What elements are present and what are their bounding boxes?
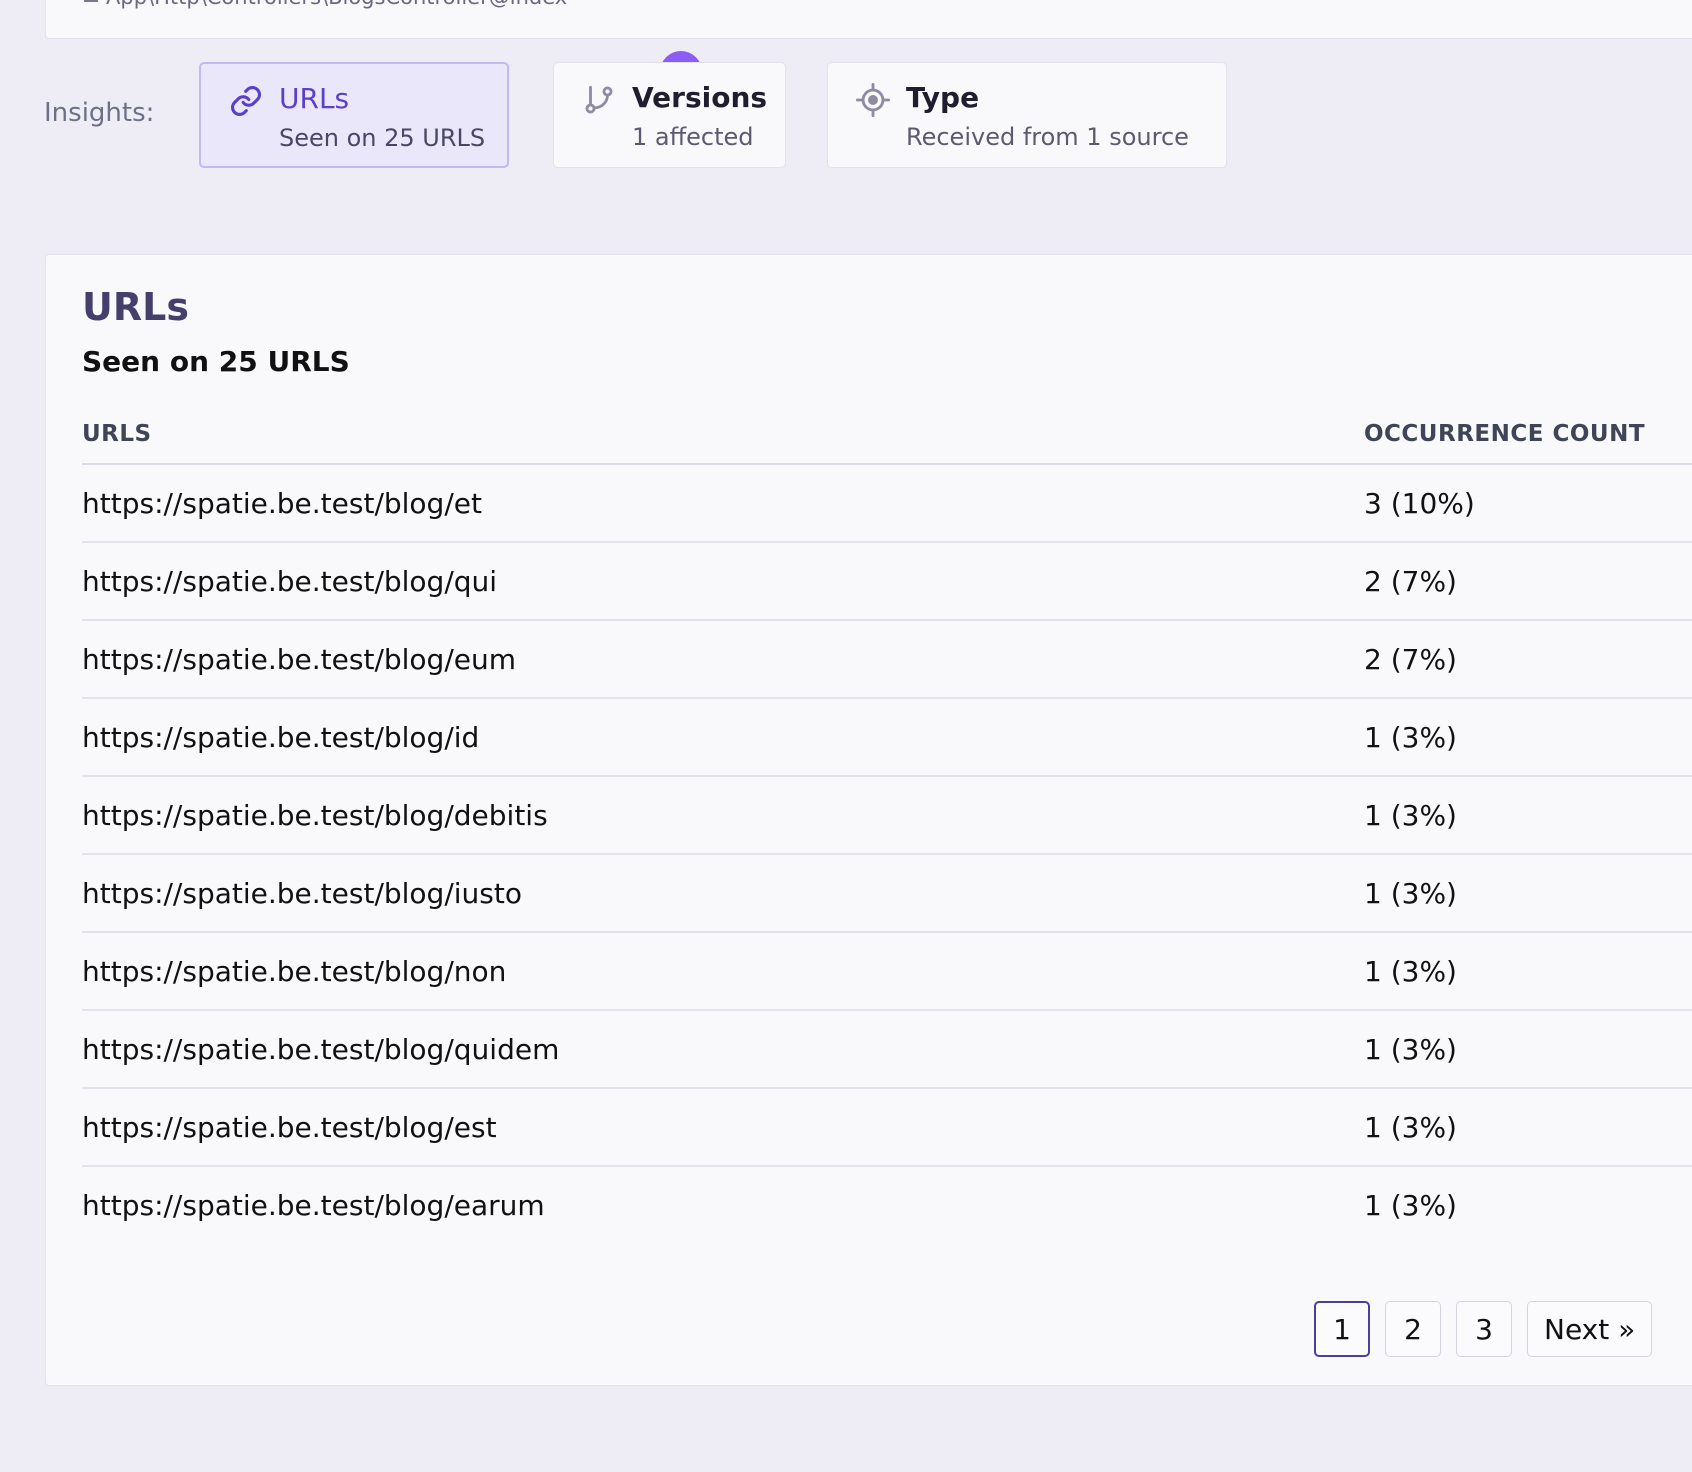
table-row: https://spatie.be.test/blog/qui 2 (7%)	[82, 543, 1692, 621]
column-header-occurrence-count: OCCURRENCE COUNT	[1364, 421, 1646, 447]
url-cell: https://spatie.be.test/blog/qui	[82, 565, 498, 598]
count-cell: 1 (3%)	[1364, 1111, 1457, 1144]
insight-tile-type[interactable]: Type Received from 1 source	[827, 62, 1227, 168]
table-row: https://spatie.be.test/blog/quidem 1 (3%…	[82, 1011, 1692, 1089]
controller-path-text: App\Http\Controllers\BlogsController@ind…	[106, 0, 567, 9]
panel-title: URLs	[82, 285, 189, 329]
count-cell: 1 (3%)	[1364, 955, 1457, 988]
page-3-button[interactable]: 3	[1456, 1301, 1512, 1357]
table-row: https://spatie.be.test/blog/est 1 (3%)	[82, 1089, 1692, 1167]
url-cell: https://spatie.be.test/blog/debitis	[82, 799, 548, 832]
url-cell: https://spatie.be.test/blog/est	[82, 1111, 497, 1144]
panel-subtitle: Seen on 25 URLS	[82, 345, 350, 378]
count-cell: 2 (7%)	[1364, 565, 1457, 598]
table-row: https://spatie.be.test/blog/id 1 (3%)	[82, 699, 1692, 777]
table-row: https://spatie.be.test/blog/eum 2 (7%)	[82, 621, 1692, 699]
count-cell: 1 (3%)	[1364, 1033, 1457, 1066]
insight-tile-versions-subtitle: 1 affected	[632, 123, 754, 151]
controller-path: App\Http\Controllers\BlogsController@ind…	[84, 0, 567, 9]
table-header: URLS OCCURRENCE COUNT	[82, 421, 1692, 465]
count-cell: 1 (3%)	[1364, 1189, 1457, 1222]
pagination: 1 2 3 Next »	[1314, 1301, 1653, 1357]
url-cell: https://spatie.be.test/blog/iusto	[82, 877, 522, 910]
controller-card: App\Http\Controllers\BlogsController@ind…	[45, 0, 1692, 39]
count-cell: 1 (3%)	[1364, 877, 1457, 910]
insights-label: Insights:	[44, 98, 155, 128]
page-1-button[interactable]: 1	[1314, 1301, 1370, 1357]
next-page-button[interactable]: Next »	[1527, 1301, 1653, 1357]
insight-tile-urls-subtitle: Seen on 25 URLS	[279, 124, 486, 152]
insight-tile-urls[interactable]: URLs Seen on 25 URLS	[199, 51, 702, 168]
count-cell: 1 (3%)	[1364, 799, 1457, 832]
url-cell: https://spatie.be.test/blog/et	[82, 487, 482, 520]
table-row: https://spatie.be.test/blog/debitis 1 (3…	[82, 777, 1692, 855]
count-cell: 2 (7%)	[1364, 643, 1457, 676]
insight-tile-type-title: Type	[906, 81, 980, 114]
count-cell: 3 (10%)	[1364, 487, 1475, 520]
insight-tile-versions[interactable]: Versions 1 affected	[553, 62, 786, 168]
count-cell: 1 (3%)	[1364, 721, 1457, 754]
table-row: https://spatie.be.test/blog/non 1 (3%)	[82, 933, 1692, 1011]
link-icon	[231, 86, 261, 116]
table-row: https://spatie.be.test/blog/et 3 (10%)	[82, 465, 1692, 543]
url-cell: https://spatie.be.test/blog/eum	[82, 643, 517, 676]
url-cell: https://spatie.be.test/blog/quidem	[82, 1033, 560, 1066]
url-cell: https://spatie.be.test/blog/earum	[82, 1189, 545, 1222]
table-row: https://spatie.be.test/blog/earum 1 (3%)	[82, 1167, 1692, 1245]
urls-panel: URLs Seen on 25 URLS URLS OCCURRENCE COU…	[45, 254, 1692, 1386]
url-cell: https://spatie.be.test/blog/non	[82, 955, 507, 988]
corner-arrow-icon	[84, 0, 98, 2]
insights-bar: Insights: URLs Seen on 25 URLS Versions …	[44, 51, 1692, 168]
insight-tile-type-subtitle: Received from 1 source	[906, 123, 1189, 151]
crosshair-icon	[856, 83, 890, 117]
urls-table: URLS OCCURRENCE COUNT https://spatie.be.…	[82, 421, 1692, 1245]
insight-tile-versions-title: Versions	[632, 81, 768, 114]
insight-tile-urls-title: URLs	[279, 82, 350, 115]
url-cell: https://spatie.be.test/blog/id	[82, 721, 480, 754]
page-2-button[interactable]: 2	[1385, 1301, 1441, 1357]
git-branch-icon	[585, 85, 613, 114]
column-header-urls: URLS	[82, 421, 152, 447]
table-row: https://spatie.be.test/blog/iusto 1 (3%)	[82, 855, 1692, 933]
